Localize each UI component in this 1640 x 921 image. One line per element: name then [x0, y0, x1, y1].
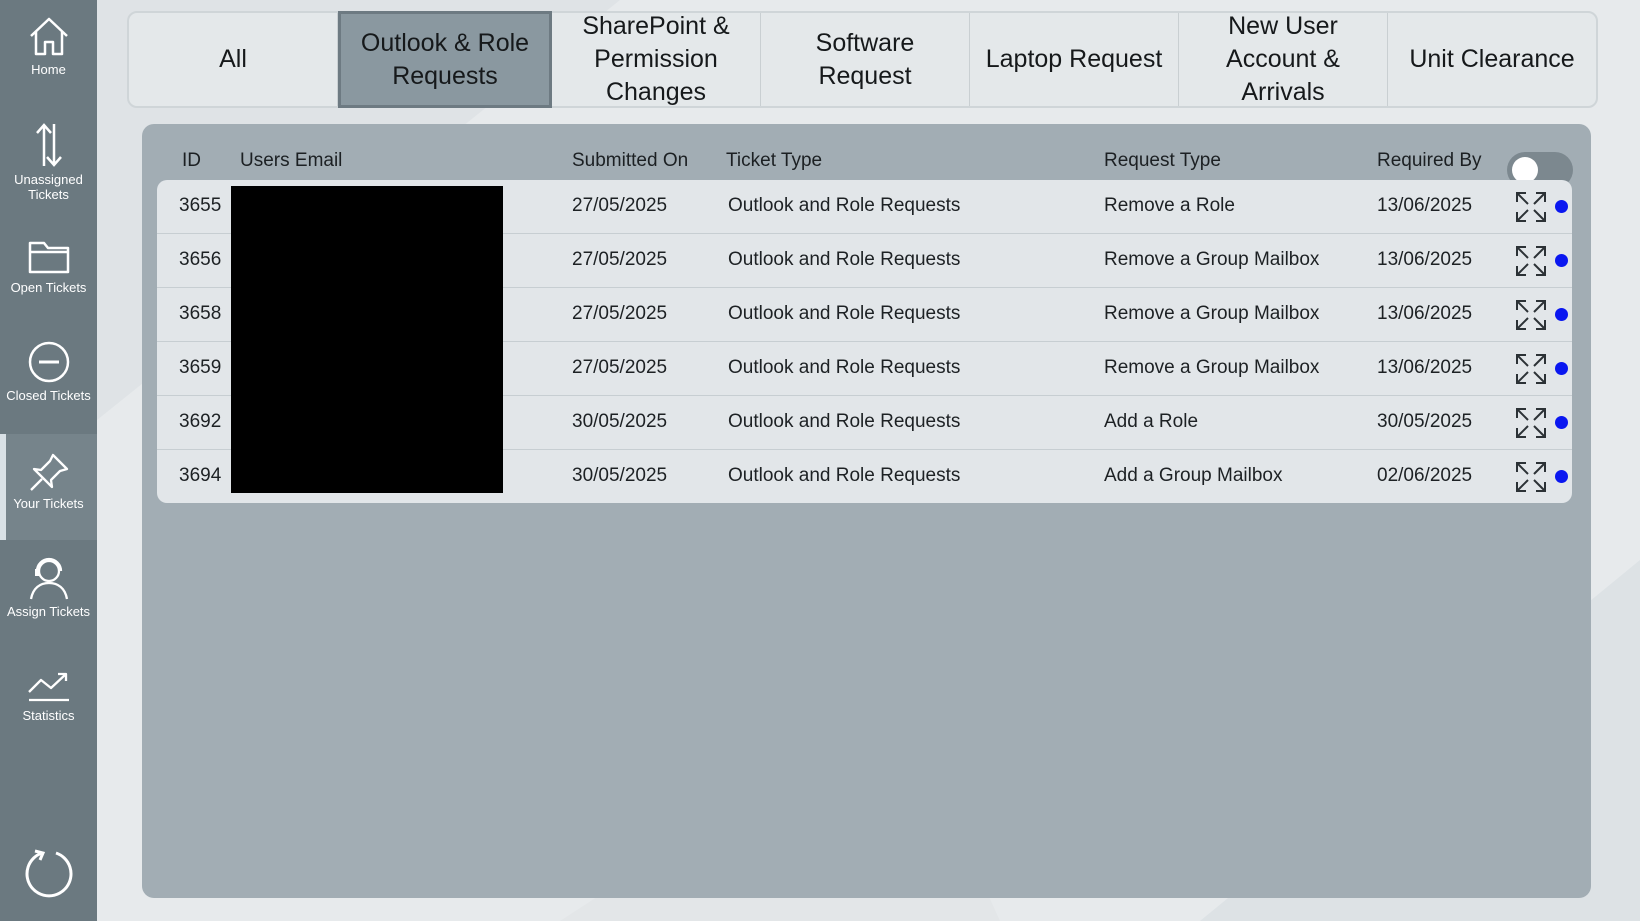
cell-submitted: 27/05/2025	[572, 357, 668, 378]
cell-submitted: 27/05/2025	[572, 195, 668, 216]
header-email[interactable]: Users Email	[240, 150, 342, 172]
sidebar-nav: Home Unassigned Tickets Open Tickets Clo…	[0, 0, 97, 921]
cell-ticket-type: Outlook and Role Requests	[728, 411, 961, 432]
expand-icon[interactable]	[1515, 245, 1547, 277]
expand-icon[interactable]	[1515, 407, 1547, 439]
status-dot	[1555, 200, 1568, 213]
sidebar-item-assign[interactable]: Assign Tickets	[0, 556, 97, 662]
tab-software-request[interactable]: Software Request	[761, 13, 970, 106]
cell-ticket-type: Outlook and Role Requests	[728, 249, 961, 270]
cell-required-by: 13/06/2025	[1377, 195, 1473, 216]
folder-icon	[28, 241, 69, 274]
sidebar-item-home[interactable]: Home	[0, 14, 97, 120]
cell-submitted: 27/05/2025	[572, 249, 668, 270]
header-submitted[interactable]: Submitted On	[572, 150, 688, 172]
cell-required-by: 13/06/2025	[1377, 249, 1473, 270]
cell-required-by: 13/06/2025	[1377, 303, 1473, 324]
tab-outlook-role-requests[interactable]: Outlook & Role Requests	[338, 11, 552, 108]
cell-ticket-type: Outlook and Role Requests	[728, 195, 961, 216]
cell-request-type: Remove a Group Mailbox	[1104, 249, 1320, 270]
sidebar-item-label: Statistics	[22, 708, 75, 723]
expand-icon[interactable]	[1515, 299, 1547, 331]
sidebar-item-label: Unassigned Tickets	[14, 172, 83, 202]
header-id[interactable]: ID	[182, 150, 201, 172]
cell-id: 3692	[179, 411, 222, 432]
cell-required-by: 30/05/2025	[1377, 411, 1473, 432]
cell-id: 3655	[179, 195, 222, 216]
cell-id: 3659	[179, 357, 222, 378]
cell-ticket-type: Outlook and Role Requests	[728, 303, 961, 324]
sidebar-item-label: Closed Tickets	[6, 388, 91, 403]
redacted-email-block	[231, 186, 503, 493]
cell-request-type: Remove a Role	[1104, 195, 1235, 216]
sort-arrows-icon	[35, 123, 62, 167]
sidebar-item-label: Your Tickets	[13, 496, 84, 511]
sidebar-item-label: Open Tickets	[10, 280, 87, 295]
cell-request-type: Remove a Group Mailbox	[1104, 303, 1320, 324]
status-dot	[1555, 470, 1568, 483]
header-ticket-type[interactable]: Ticket Type	[726, 150, 822, 172]
expand-icon[interactable]	[1515, 191, 1547, 223]
cell-id: 3656	[179, 249, 222, 270]
tab-laptop-request[interactable]: Laptop Request	[970, 13, 1179, 106]
home-icon	[29, 17, 68, 56]
status-dot	[1555, 362, 1568, 375]
cell-request-type: Add a Group Mailbox	[1104, 465, 1283, 486]
tab-unit-clearance[interactable]: Unit Clearance	[1388, 13, 1596, 106]
tab-all[interactable]: All	[129, 13, 338, 106]
header-request-type[interactable]: Request Type	[1104, 150, 1221, 172]
sidebar-item-label: Assign Tickets	[6, 604, 91, 619]
table-header: ID Users Email Submitted On Ticket Type …	[142, 142, 1591, 188]
trend-chart-icon	[27, 672, 69, 702]
expand-icon[interactable]	[1515, 353, 1547, 385]
sidebar-item-unassigned[interactable]: Unassigned Tickets	[0, 122, 97, 228]
tab-sharepoint-permission-changes[interactable]: SharePoint & Permission Changes	[552, 12, 761, 106]
minus-circle-icon	[28, 341, 69, 383]
pin-icon	[29, 453, 68, 491]
cell-submitted: 30/05/2025	[572, 411, 668, 432]
cell-id: 3658	[179, 303, 222, 324]
headset-user-icon	[29, 557, 68, 600]
header-required-by[interactable]: Required By	[1377, 150, 1482, 172]
expand-icon[interactable]	[1515, 461, 1547, 493]
sidebar-item-open[interactable]: Open Tickets	[0, 236, 97, 342]
refresh-icon[interactable]	[23, 847, 75, 899]
cell-submitted: 30/05/2025	[572, 465, 668, 486]
cell-required-by: 02/06/2025	[1377, 465, 1473, 486]
cell-ticket-type: Outlook and Role Requests	[728, 357, 961, 378]
cell-request-type: Add a Role	[1104, 411, 1199, 432]
sidebar-item-your-tickets[interactable]: Your Tickets	[0, 434, 97, 540]
cell-ticket-type: Outlook and Role Requests	[728, 465, 961, 486]
cell-submitted: 27/05/2025	[572, 303, 668, 324]
cell-id: 3694	[179, 465, 222, 486]
status-dot	[1555, 416, 1568, 429]
sidebar-item-label: Home	[31, 62, 66, 77]
status-dot	[1555, 254, 1568, 267]
cell-required-by: 13/06/2025	[1377, 357, 1473, 378]
tab-new-user-account-arrivals[interactable]: New User Account & Arrivals	[1179, 12, 1388, 106]
sidebar-item-closed[interactable]: Closed Tickets	[0, 340, 97, 446]
sidebar-item-statistics[interactable]: Statistics	[0, 668, 97, 774]
category-tabs: All Outlook & Role Requests SharePoint &…	[127, 11, 1598, 108]
status-dot	[1555, 308, 1568, 321]
cell-request-type: Remove a Group Mailbox	[1104, 357, 1320, 378]
